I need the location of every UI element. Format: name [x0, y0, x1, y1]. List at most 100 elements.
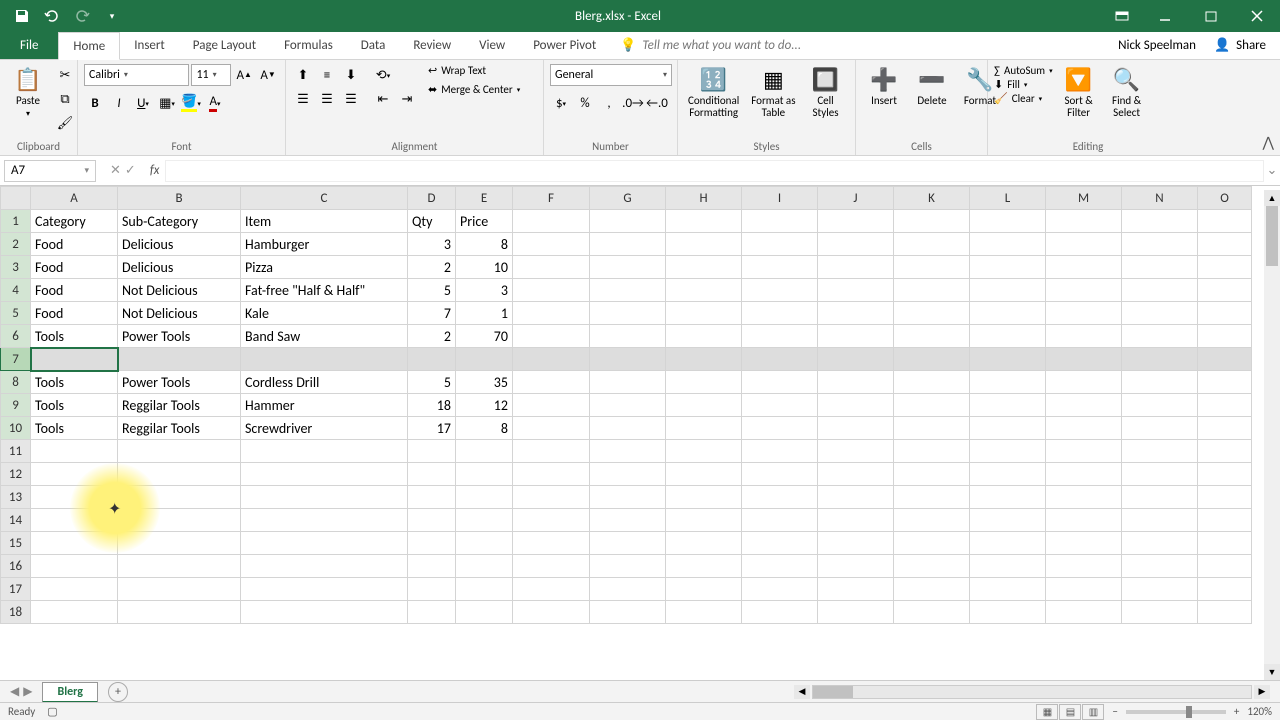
cell[interactable]: Power Tools	[118, 325, 241, 348]
cell[interactable]: 8	[456, 417, 513, 440]
align-left-icon[interactable]: ☰	[292, 88, 314, 110]
cell[interactable]	[742, 509, 818, 532]
cell[interactable]	[970, 601, 1046, 624]
cell[interactable]	[894, 233, 970, 256]
cell[interactable]	[970, 394, 1046, 417]
cell[interactable]	[456, 348, 513, 371]
cell[interactable]	[818, 256, 894, 279]
align-right-icon[interactable]: ☰	[340, 88, 362, 110]
cell[interactable]	[818, 302, 894, 325]
cell[interactable]	[894, 555, 970, 578]
cell[interactable]	[241, 509, 408, 532]
cell[interactable]	[1046, 302, 1122, 325]
cell[interactable]	[31, 555, 118, 578]
cell[interactable]	[1122, 417, 1198, 440]
cell[interactable]	[590, 210, 666, 233]
sheet-tab[interactable]: Blerg	[42, 682, 98, 703]
cell[interactable]	[590, 578, 666, 601]
collapse-ribbon-icon[interactable]: ⋀	[1263, 134, 1274, 151]
cell[interactable]	[970, 555, 1046, 578]
cell[interactable]	[241, 578, 408, 601]
row-header[interactable]: 3	[1, 256, 31, 279]
cell[interactable]	[970, 371, 1046, 394]
fx-icon[interactable]: fx	[144, 163, 166, 178]
cell[interactable]	[894, 440, 970, 463]
border-icon[interactable]: ▦▾	[156, 92, 178, 114]
cell[interactable]	[1122, 601, 1198, 624]
cell[interactable]: Food	[31, 233, 118, 256]
cell[interactable]: 7	[408, 302, 456, 325]
cell[interactable]	[241, 486, 408, 509]
share-button[interactable]: 👤 Share	[1214, 38, 1266, 53]
column-header[interactable]: J	[818, 187, 894, 210]
font-color-icon[interactable]: A▾	[204, 92, 226, 114]
align-center-icon[interactable]: ☰	[316, 88, 338, 110]
font-name-combo[interactable]: Calibri▾	[84, 64, 189, 86]
tab-review[interactable]: Review	[399, 32, 465, 59]
cell[interactable]	[118, 463, 241, 486]
cell[interactable]: Delicious	[118, 233, 241, 256]
column-header[interactable]: N	[1122, 187, 1198, 210]
cell[interactable]	[818, 486, 894, 509]
cell[interactable]	[666, 417, 742, 440]
cell[interactable]	[513, 279, 590, 302]
cell[interactable]	[241, 463, 408, 486]
cell[interactable]	[894, 302, 970, 325]
decrease-indent-icon[interactable]: ⇤	[372, 88, 394, 110]
cell[interactable]	[970, 417, 1046, 440]
cell[interactable]	[456, 463, 513, 486]
sheet-nav-prev-icon[interactable]: ◀	[10, 684, 19, 699]
cell[interactable]	[31, 440, 118, 463]
format-painter-icon[interactable]: 🖌	[54, 112, 76, 134]
cell[interactable]	[894, 532, 970, 555]
cell[interactable]	[742, 532, 818, 555]
find-select-button[interactable]: 🔍Find & Select	[1105, 64, 1149, 121]
decrease-font-icon[interactable]: A▼	[257, 64, 279, 86]
cell[interactable]	[1122, 578, 1198, 601]
cell[interactable]	[1122, 555, 1198, 578]
cell[interactable]	[513, 348, 590, 371]
cell[interactable]	[513, 463, 590, 486]
cell[interactable]: Hammer	[241, 394, 408, 417]
cell[interactable]	[742, 233, 818, 256]
cell[interactable]: 2	[408, 325, 456, 348]
cell[interactable]	[818, 578, 894, 601]
cell[interactable]	[666, 486, 742, 509]
zoom-slider[interactable]	[1126, 710, 1226, 714]
cell[interactable]	[742, 440, 818, 463]
cell[interactable]	[1198, 325, 1252, 348]
cell[interactable]	[590, 555, 666, 578]
cell[interactable]: Band Saw	[241, 325, 408, 348]
ribbon-display-icon[interactable]	[1102, 0, 1142, 32]
cell[interactable]	[1122, 394, 1198, 417]
cancel-formula-icon[interactable]: ✕	[110, 163, 121, 178]
redo-icon[interactable]	[68, 3, 96, 29]
cell[interactable]	[894, 486, 970, 509]
cell[interactable]	[970, 233, 1046, 256]
scroll-thumb[interactable]	[813, 686, 853, 698]
scroll-left-icon[interactable]: ◀	[794, 685, 810, 699]
cell[interactable]	[818, 371, 894, 394]
cell[interactable]: Tools	[31, 371, 118, 394]
italic-icon[interactable]: I	[108, 92, 130, 114]
cell[interactable]	[1198, 509, 1252, 532]
cell[interactable]	[456, 440, 513, 463]
scroll-up-icon[interactable]: ▲	[1264, 190, 1280, 206]
cell[interactable]	[590, 256, 666, 279]
cell[interactable]	[1122, 348, 1198, 371]
column-header[interactable]: I	[742, 187, 818, 210]
undo-icon[interactable]	[38, 3, 66, 29]
cell[interactable]	[513, 578, 590, 601]
column-header[interactable]: A	[31, 187, 118, 210]
cell[interactable]	[31, 509, 118, 532]
column-header[interactable]: F	[513, 187, 590, 210]
cell[interactable]	[1122, 486, 1198, 509]
autosum-button[interactable]: ∑AutoSum▾	[994, 64, 1053, 77]
cell[interactable]	[31, 463, 118, 486]
cell[interactable]	[666, 210, 742, 233]
cell[interactable]	[1046, 555, 1122, 578]
cell[interactable]	[1046, 417, 1122, 440]
cell[interactable]	[818, 348, 894, 371]
cell[interactable]	[1046, 601, 1122, 624]
cell[interactable]	[818, 532, 894, 555]
